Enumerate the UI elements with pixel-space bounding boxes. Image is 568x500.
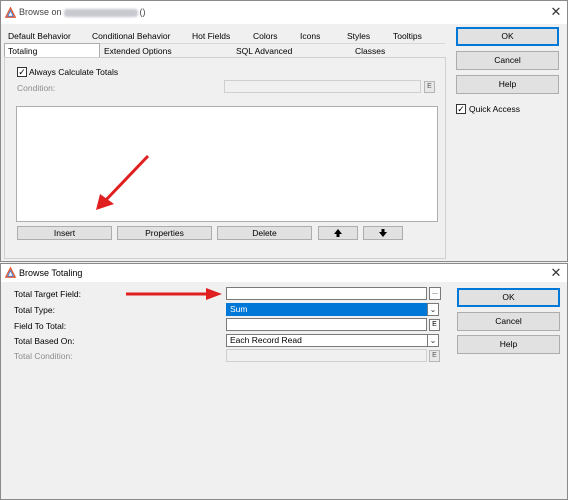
tab-styles[interactable]: Styles bbox=[347, 31, 370, 41]
tab-icons[interactable]: Icons bbox=[300, 31, 320, 41]
tab-totaling[interactable]: Totaling bbox=[8, 46, 37, 56]
condition-label: Condition: bbox=[17, 83, 56, 93]
dialog-title: Browse Totaling bbox=[19, 268, 83, 278]
dialog-close-icon[interactable]: ✕ bbox=[549, 266, 563, 279]
total-target-field-input[interactable] bbox=[226, 287, 427, 300]
browse-ok-button[interactable]: OK bbox=[456, 27, 559, 46]
always-calculate-totals-label: Always Calculate Totals bbox=[29, 67, 119, 77]
field-to-total-e-button[interactable]: E bbox=[429, 319, 440, 331]
insert-button[interactable]: Insert bbox=[17, 226, 112, 240]
dialog-help-button[interactable]: Help bbox=[457, 335, 560, 354]
total-target-field-lookup-button[interactable]: ... bbox=[429, 287, 441, 300]
dialog-ok-button[interactable]: OK bbox=[457, 288, 560, 307]
annotation-arrow-right-icon bbox=[126, 288, 222, 300]
total-condition-label: Total Condition: bbox=[14, 351, 73, 361]
field-to-total-label: Field To Total: bbox=[14, 321, 67, 331]
move-down-button[interactable] bbox=[363, 226, 403, 240]
total-based-on-dropdown-icon[interactable]: ⌄ bbox=[427, 334, 439, 347]
tab-tooltips[interactable]: Tooltips bbox=[393, 31, 422, 41]
tab-conditional-behavior[interactable]: Conditional Behavior bbox=[92, 31, 170, 41]
quick-access-label: Quick Access bbox=[469, 104, 521, 114]
total-type-select[interactable]: Sum bbox=[226, 303, 428, 316]
total-based-on-select[interactable]: Each Record Read bbox=[226, 334, 428, 347]
browse-cancel-button[interactable]: Cancel bbox=[456, 51, 559, 70]
browse-help-button[interactable]: Help bbox=[456, 75, 559, 94]
tab-hot-fields[interactable]: Hot Fields bbox=[192, 31, 230, 41]
total-condition-e-button: E bbox=[429, 350, 440, 362]
tab-classes[interactable]: Classes bbox=[355, 46, 385, 56]
total-based-on-label: Total Based On: bbox=[14, 336, 75, 346]
dialog-logo-icon bbox=[5, 267, 16, 278]
arrow-up-icon bbox=[334, 229, 342, 237]
properties-button[interactable]: Properties bbox=[117, 226, 212, 240]
move-up-button[interactable] bbox=[318, 226, 358, 240]
condition-field bbox=[224, 80, 421, 93]
arrow-down-icon bbox=[379, 229, 387, 237]
tab-extended-options[interactable]: Extended Options bbox=[104, 46, 172, 56]
app-logo-icon bbox=[5, 7, 16, 18]
totals-list[interactable] bbox=[16, 106, 438, 222]
browse-window-title: Browse on() bbox=[19, 7, 146, 17]
quick-access-checkbox[interactable]: ✓ bbox=[456, 104, 466, 114]
dialog-titlebar bbox=[1, 264, 567, 282]
dialog-cancel-button[interactable]: Cancel bbox=[457, 312, 560, 331]
tab-default-behavior[interactable]: Default Behavior bbox=[8, 31, 71, 41]
annotation-arrow-icon bbox=[96, 154, 150, 210]
delete-button[interactable]: Delete bbox=[217, 226, 312, 240]
field-to-total-input[interactable] bbox=[226, 318, 427, 331]
tab-sql-advanced[interactable]: SQL Advanced bbox=[236, 46, 292, 56]
tab-colors[interactable]: Colors bbox=[253, 31, 278, 41]
browse-close-icon[interactable]: ✕ bbox=[549, 5, 563, 18]
total-type-label: Total Type: bbox=[14, 305, 55, 315]
total-condition-field bbox=[226, 349, 427, 362]
always-calculate-totals-checkbox[interactable]: ✓ bbox=[17, 67, 27, 77]
total-type-dropdown-icon[interactable]: ⌄ bbox=[427, 303, 439, 316]
total-target-field-label: Total Target Field: bbox=[14, 289, 81, 299]
condition-e-button: E bbox=[424, 81, 435, 93]
